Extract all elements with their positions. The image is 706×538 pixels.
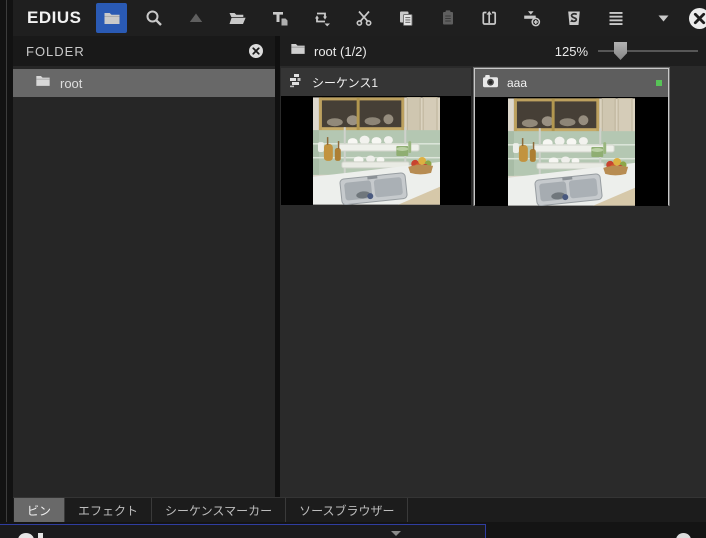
- tab-effect[interactable]: エフェクト: [65, 498, 153, 522]
- clip-thumbnail: [281, 96, 471, 205]
- clip-card-sequence[interactable]: シーケンス1: [281, 68, 471, 205]
- clip-view: root (1/2) 125% シーケンス1 aaa: [280, 36, 706, 497]
- list-view-icon: [607, 9, 625, 27]
- breadcrumb: root (1/2): [290, 42, 555, 60]
- background-window-focus-border: [0, 524, 486, 538]
- delete-button[interactable]: [558, 3, 589, 33]
- tab-label: シーケンスマーカー: [165, 503, 273, 518]
- chevron-down-icon: [658, 15, 669, 22]
- folder-panel: FOLDER root: [13, 36, 275, 497]
- copy-icon: [397, 9, 415, 27]
- loop-arrows-icon: [312, 9, 331, 27]
- folder-panel-close-button[interactable]: [246, 41, 266, 61]
- tab-label: エフェクト: [78, 503, 139, 518]
- tab-bin[interactable]: ビン: [14, 498, 66, 522]
- edius-logo: EDIUS: [27, 8, 82, 27]
- breadcrumb-label: root (1/2): [314, 43, 367, 59]
- background-partial-glyph: [38, 533, 43, 538]
- clipboard-paste-icon: [439, 9, 457, 27]
- background-partial-glyph: [676, 533, 691, 538]
- folder-item-label: root: [60, 75, 83, 91]
- folder-panel-header: FOLDER: [13, 36, 275, 66]
- clip-name-label: aaa: [507, 76, 528, 90]
- bin-window: EDIUS FOLDER root root (1/2) 125% シーケンス1…: [13, 0, 706, 522]
- scissors-icon: [355, 9, 373, 27]
- status-dot: [656, 80, 662, 86]
- bin-toolbar: EDIUS: [13, 0, 706, 36]
- bottom-tab-bar: ビン エフェクト シーケンスマーカー ソースブラウザー: [13, 497, 706, 522]
- copy-button[interactable]: [390, 3, 421, 33]
- clip-name-label: シーケンス1: [312, 75, 379, 90]
- clip-view-header: root (1/2) 125%: [280, 36, 706, 66]
- title-page-icon: [271, 9, 289, 27]
- folder-icon: [35, 74, 51, 92]
- search-button[interactable]: [138, 3, 169, 33]
- loop-arrows-button[interactable]: [306, 3, 337, 33]
- move-up-folder-button[interactable]: [180, 3, 211, 33]
- folder-view-button[interactable]: [96, 3, 128, 33]
- clip-card-video-selected[interactable]: aaa: [474, 68, 669, 206]
- clip-thumbnail: [475, 97, 668, 206]
- folder-icon: [103, 9, 121, 27]
- send-to-player-button[interactable]: [474, 3, 505, 33]
- up-triangle-icon: [187, 9, 205, 27]
- clip-grid: シーケンス1 aaa: [280, 66, 706, 497]
- zoom-slider-track[interactable]: [598, 50, 698, 52]
- tab-label: ソースブラウザー: [299, 503, 395, 518]
- zoom-slider-handle[interactable]: [614, 42, 627, 60]
- clip-card-header: シーケンス1: [281, 68, 471, 96]
- tab-source-browser[interactable]: ソースブラウザー: [286, 498, 409, 522]
- upload-box-icon: [480, 9, 499, 27]
- camera-icon: [482, 73, 499, 94]
- sequence-icon: [288, 72, 304, 93]
- title-clip-button[interactable]: [264, 3, 295, 33]
- background-window-left-edge: [0, 0, 13, 538]
- search-icon: [145, 9, 163, 27]
- paste-button[interactable]: [432, 3, 463, 33]
- window-edge-line: [6, 0, 7, 538]
- new-folder-button[interactable]: [222, 3, 253, 33]
- background-window-strip: [0, 522, 706, 538]
- tab-label: ビン: [27, 503, 52, 518]
- open-folder-icon: [228, 9, 247, 27]
- chevron-down-icon: [391, 531, 401, 536]
- view-list-button[interactable]: [600, 3, 631, 33]
- folder-icon: [290, 42, 306, 60]
- zoom-control: 125%: [555, 41, 698, 61]
- clip-card-header: aaa: [475, 69, 668, 97]
- add-clip-button[interactable]: [516, 3, 547, 33]
- folder-panel-title: FOLDER: [26, 43, 85, 59]
- close-icon: [248, 43, 264, 59]
- cut-button[interactable]: [348, 3, 379, 33]
- zoom-value-label: 125%: [554, 43, 588, 59]
- add-clip-icon: [522, 9, 541, 27]
- toolbar-more-button[interactable]: [653, 3, 673, 33]
- close-window-button[interactable]: [684, 3, 706, 33]
- folder-tree-item-root[interactable]: root: [13, 69, 275, 97]
- tab-sequence-marker[interactable]: シーケンスマーカー: [152, 498, 287, 522]
- trash-icon: [565, 9, 583, 27]
- zoom-slider[interactable]: [598, 41, 698, 61]
- close-icon: [688, 7, 706, 30]
